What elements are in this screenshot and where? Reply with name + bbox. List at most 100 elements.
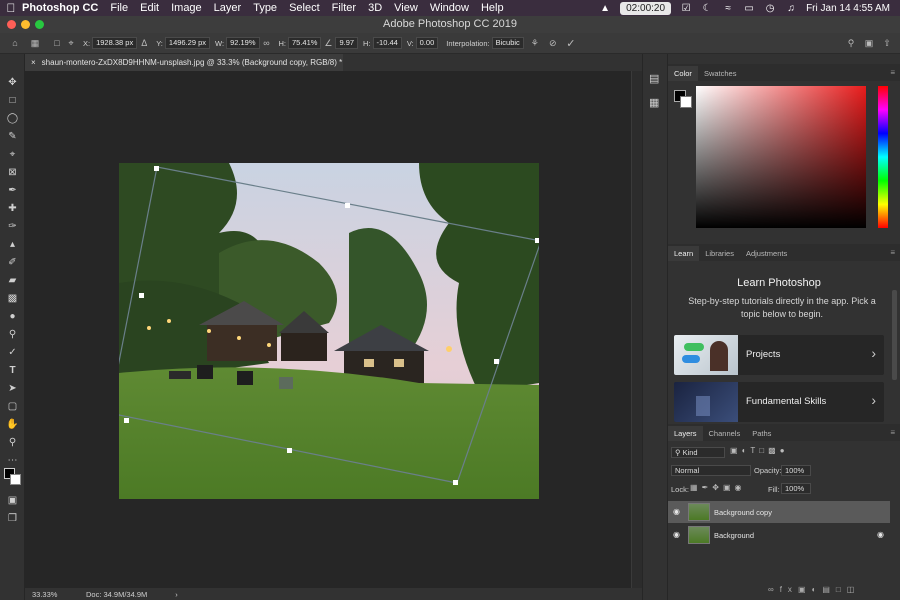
tab-learn[interactable]: Learn xyxy=(668,246,700,261)
workspace-icon[interactable]: ▣ xyxy=(862,38,876,49)
history-panel-icon[interactable]: ▤ xyxy=(649,72,659,85)
filter-toggle-icon[interactable]: ● xyxy=(780,446,789,455)
add-mask-icon[interactable]: ▣ xyxy=(798,585,812,594)
moon-icon[interactable]: ☾ xyxy=(701,3,713,14)
clock-icon[interactable]: ◷ xyxy=(764,3,776,14)
y-position-field[interactable]: 1496.29 px xyxy=(164,37,211,49)
status-menu-arrow-icon[interactable]: › xyxy=(175,590,178,599)
share-icon[interactable]: ⇧ xyxy=(880,38,894,49)
menu-view[interactable]: View xyxy=(394,2,418,14)
card-fundamental-skills[interactable]: Fundamental Skills › xyxy=(674,382,884,422)
lock-icons[interactable]: ▦✒✥▣◉ xyxy=(690,483,746,492)
height-field[interactable]: 75.41% xyxy=(288,37,322,49)
filter-pixel-icon[interactable]: ▣ xyxy=(730,446,742,455)
checkbox-icon[interactable]: ☑ xyxy=(680,3,692,14)
home-icon[interactable]: ⌂ xyxy=(8,38,22,48)
menu-filter[interactable]: Filter xyxy=(332,2,356,14)
screen-mode-icon[interactable]: ❐ xyxy=(3,510,22,526)
vertical-skew-field[interactable]: 0.00 xyxy=(415,37,439,49)
menu-select[interactable]: Select xyxy=(289,2,320,14)
search-icon[interactable]: ⚲ xyxy=(844,38,858,49)
clone-stamp-icon[interactable]: ▴ xyxy=(3,236,22,252)
apple-icon[interactable]:  xyxy=(0,1,22,15)
color-background-swatch[interactable] xyxy=(680,96,692,108)
timer-display[interactable]: 02:00:20 xyxy=(620,1,672,15)
blur-tool-icon[interactable]: ● xyxy=(3,308,22,324)
hue-slider[interactable] xyxy=(878,86,888,228)
horizontal-skew-field[interactable]: -10.44 xyxy=(372,37,402,49)
zoom-tool-icon[interactable]: ⚲ xyxy=(3,434,22,450)
eraser-tool-icon[interactable]: ▰ xyxy=(3,272,22,288)
menu-3d[interactable]: 3D xyxy=(368,2,382,14)
wifi-icon[interactable]: ≈ xyxy=(722,3,734,14)
panel-menu-icon[interactable]: ≡ xyxy=(890,68,895,77)
lock-transparent-icon[interactable]: ▦ xyxy=(690,483,702,492)
interpolation-select[interactable]: Bicubic xyxy=(491,37,524,49)
tab-color[interactable]: Color xyxy=(668,66,698,81)
cancel-transform-icon[interactable]: ⊘ xyxy=(546,38,560,49)
x-position-field[interactable]: 1928.38 px xyxy=(92,37,138,49)
tab-paths[interactable]: Paths xyxy=(746,426,777,441)
tab-layers[interactable]: Layers xyxy=(668,426,703,441)
quick-mask-icon[interactable]: ▣ xyxy=(3,492,22,508)
filter-shape-icon[interactable]: □ xyxy=(759,446,768,455)
layer-filter-icons[interactable]: ▣◐T□▩● xyxy=(730,446,789,455)
width-field[interactable]: 92.19% xyxy=(226,37,260,49)
menu-clock[interactable]: Fri Jan 14 4:55 AM xyxy=(806,3,890,14)
color-field[interactable] xyxy=(696,86,866,228)
lasso-tool-icon[interactable]: ◯ xyxy=(3,110,22,126)
menu-window[interactable]: Window xyxy=(430,2,469,14)
menu-image[interactable]: Image xyxy=(171,2,202,14)
menu-type[interactable]: Type xyxy=(253,2,277,14)
learn-panel-menu-icon[interactable]: ≡ xyxy=(890,248,895,257)
pen-tool-icon[interactable]: ✓ xyxy=(3,344,22,360)
lock-artboard-icon[interactable]: ▣ xyxy=(723,483,735,492)
airplay-icon[interactable]: ▭ xyxy=(743,3,755,14)
eyedropper-tool-icon[interactable]: ✒ xyxy=(3,182,22,198)
link-icon[interactable]: ∞ xyxy=(260,38,274,48)
zoom-level[interactable]: 33.33% xyxy=(32,590,80,599)
close-tab-icon[interactable]: × xyxy=(31,58,36,67)
layers-panel-menu-icon[interactable]: ≡ xyxy=(890,428,895,437)
lock-paint-icon[interactable]: ✒ xyxy=(702,483,713,492)
learn-scrollbar[interactable] xyxy=(892,290,897,380)
angle-icon[interactable]: ∠ xyxy=(321,38,335,49)
tab-libraries[interactable]: Libraries xyxy=(699,246,740,261)
blend-mode-select[interactable]: Normal xyxy=(671,465,751,476)
fx-icon[interactable]: fx xyxy=(780,585,798,594)
background-color-swatch[interactable] xyxy=(10,474,21,485)
card-projects[interactable]: Projects › xyxy=(674,335,884,375)
layer-row-background-copy[interactable]: ◉ Background copy xyxy=(668,501,890,523)
lock-move-icon[interactable]: ✥ xyxy=(712,483,723,492)
lock-icon[interactable]: ◉ xyxy=(877,530,884,539)
lock-all-icon[interactable]: ◉ xyxy=(735,483,746,492)
menu-file[interactable]: File xyxy=(110,2,128,14)
reference-point-icon[interactable]: □ xyxy=(50,38,64,48)
eye-icon[interactable]: ◉ xyxy=(673,530,680,539)
edit-toolbar-icon[interactable]: ⋯ xyxy=(3,452,22,468)
healing-brush-icon[interactable]: ✚ xyxy=(3,200,22,216)
brush-tool-icon[interactable]: ✑ xyxy=(3,218,22,234)
vertical-scrollbar[interactable] xyxy=(631,71,642,588)
quick-select-tool-icon[interactable]: ✎ xyxy=(3,128,22,144)
type-tool-icon[interactable]: T xyxy=(3,362,22,378)
transform-tool-icon[interactable]: ▦ xyxy=(28,38,42,49)
fill-field[interactable]: 100% xyxy=(781,483,811,494)
opacity-field[interactable]: 100% xyxy=(781,465,811,476)
link-layers-icon[interactable]: ∞ xyxy=(768,585,780,594)
properties-panel-icon[interactable]: ▦ xyxy=(649,96,659,109)
eye-icon[interactable]: ◉ xyxy=(673,507,680,516)
path-select-tool-icon[interactable]: ➤ xyxy=(3,380,22,396)
crop-tool-icon[interactable]: ⌖ xyxy=(3,146,22,162)
layer-row-background[interactable]: ◉ Background ◉ xyxy=(668,524,890,546)
upload-icon[interactable]: ▲ xyxy=(599,3,611,14)
dodge-tool-icon[interactable]: ⚲ xyxy=(3,326,22,342)
tab-channels[interactable]: Channels xyxy=(703,426,747,441)
zoom-window-button[interactable] xyxy=(35,20,44,29)
frame-tool-icon[interactable]: ⊠ xyxy=(3,164,22,180)
tab-adjustments[interactable]: Adjustments xyxy=(740,246,793,261)
filter-type-icon[interactable]: T xyxy=(750,446,759,455)
new-layer-icon[interactable]: □ xyxy=(836,585,847,594)
volume-icon[interactable]: ♫ xyxy=(785,3,797,14)
rectangle-tool-icon[interactable]: ▢ xyxy=(3,398,22,414)
